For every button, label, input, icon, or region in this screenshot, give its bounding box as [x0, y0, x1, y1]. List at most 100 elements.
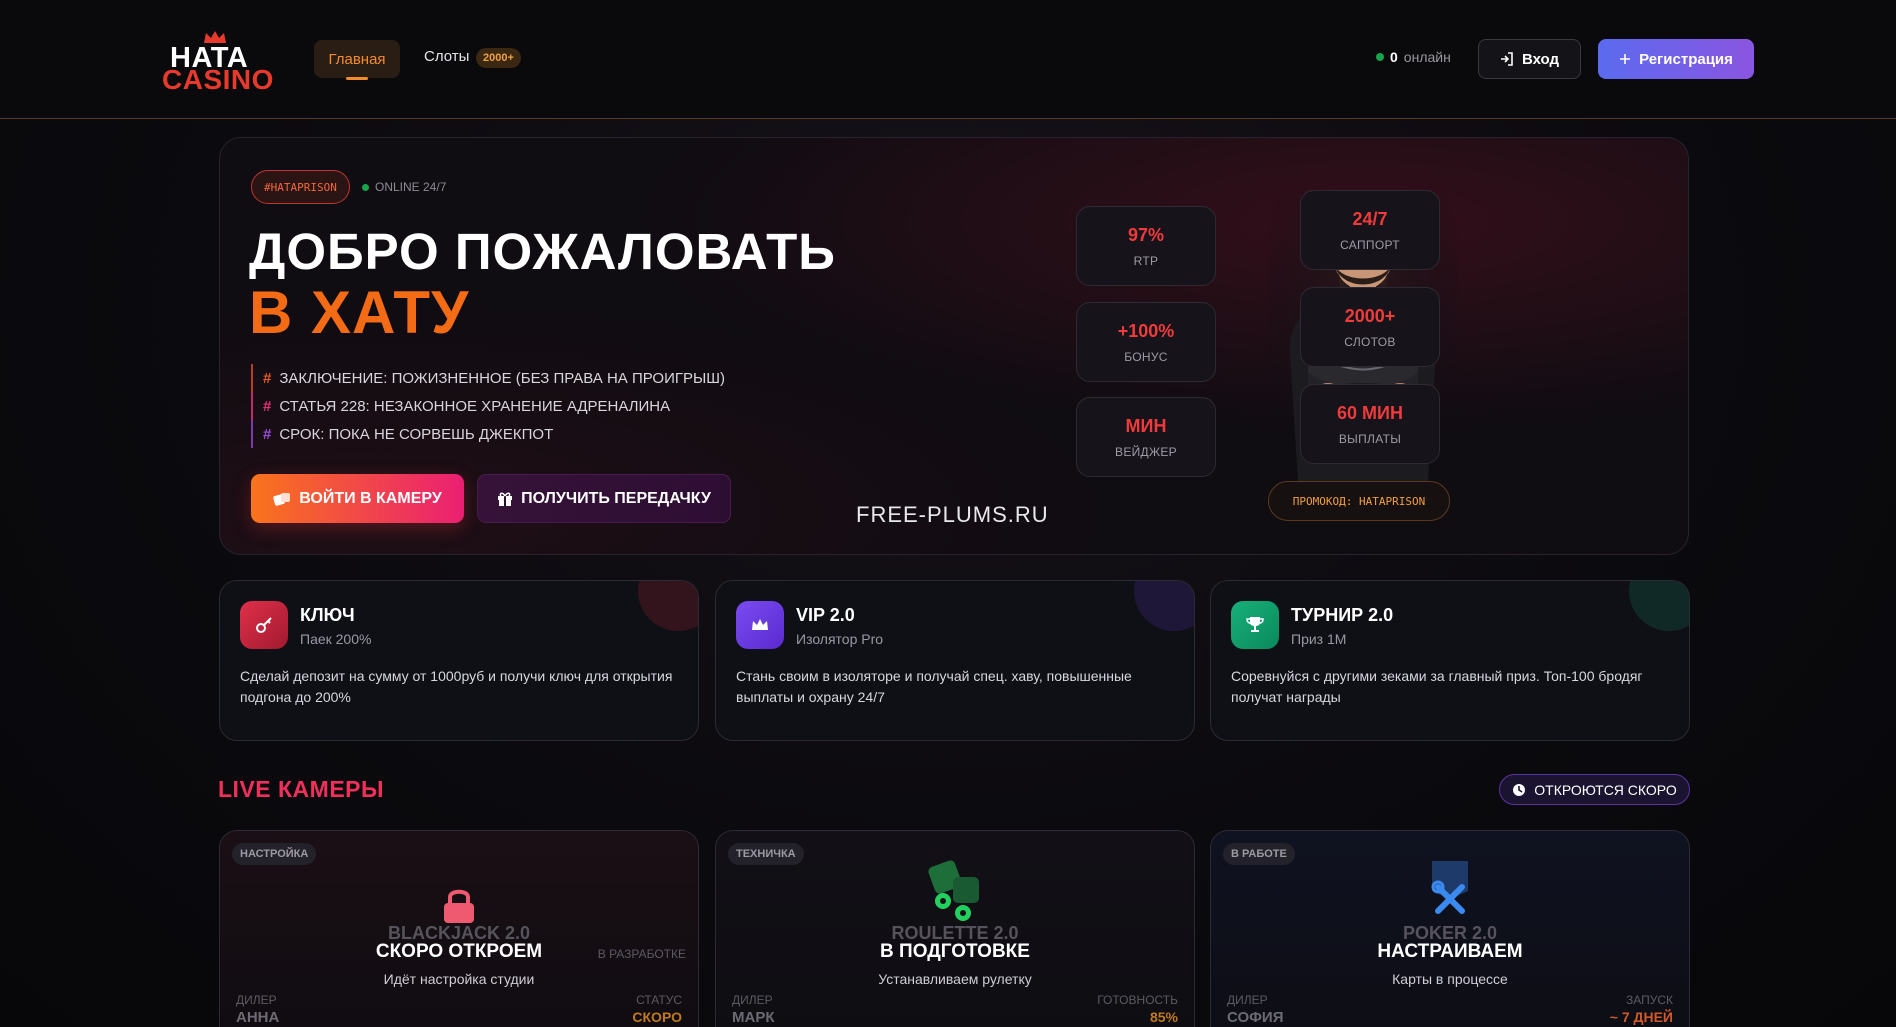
coming-soon-label: ОТКРОЮТСЯ СКОРО — [1534, 781, 1677, 798]
lock-icon — [444, 889, 474, 923]
development-label: В РАЗРАБОТКЕ — [597, 947, 686, 961]
live-camera-card[interactable]: ТЕХНИЧКА ROULETTE 2.0 В ПОДГОТОВКЕ Устан… — [715, 830, 1195, 1027]
dealer-name: СОФИЯ — [1227, 1009, 1284, 1026]
stat-value: МИН — [1125, 415, 1167, 436]
hash-icon: # — [263, 425, 272, 443]
key-icon — [240, 601, 288, 649]
status-label: СТАТУС — [636, 993, 682, 1007]
coming-soon-badge: ОТКРОЮТСЯ СКОРО — [1499, 774, 1690, 805]
fact-text: ЗАКЛЮЧЕНИЕ: ПОЖИЗНЕННОЕ (БЕЗ ПРАВА НА ПР… — [279, 369, 726, 387]
camera-status-subtitle: Карты в процессе — [1392, 971, 1508, 987]
status-badge: В РАБОТЕ — [1223, 843, 1295, 865]
card-decoration — [1134, 581, 1194, 631]
crown-icon — [736, 601, 784, 649]
stat-value: +100% — [1117, 320, 1175, 341]
stat-label: БОНУС — [1124, 349, 1168, 364]
camera-status-title: В ПОДГОТОВКЕ — [880, 941, 1030, 962]
hash-icon: # — [263, 369, 272, 387]
get-package-label: ПОЛУЧИТЬ ПЕРЕДАЧКУ — [521, 489, 711, 507]
camera-status-subtitle: Устанавливаем рулетку — [878, 971, 1032, 987]
logo-text-bottom: CASINO — [162, 64, 274, 95]
nav-home-label: Главная — [328, 50, 386, 68]
stat-value: 2000+ — [1344, 305, 1396, 326]
feature-description: Сделай депозит на сумму от 1000руб и пол… — [240, 668, 673, 705]
gift-icon — [498, 492, 513, 506]
card-decoration — [638, 581, 698, 631]
dealer-name: АННА — [236, 1009, 280, 1026]
clock-icon — [1513, 783, 1526, 796]
login-button[interactable]: Вход — [1478, 39, 1581, 79]
promo-code-badge[interactable]: ПРОМОКОД: HATAPRISON — [1268, 481, 1450, 521]
login-icon — [1500, 52, 1513, 66]
fact-item: # СТАТЬЯ 228: НЕЗАКОННОЕ ХРАНЕНИЕ АДРЕНАЛ… — [251, 392, 725, 420]
status-dot-icon — [362, 183, 369, 191]
stat-label: ВЫПЛАТЫ — [1338, 431, 1402, 446]
active-indicator — [346, 77, 368, 80]
stat-label: RTP — [1133, 253, 1159, 268]
status-badge: ТЕХНИЧКА — [728, 843, 804, 865]
hero-title-line2: В ХАТУ — [249, 279, 470, 346]
stat-label: ВЕЙДЖЕР — [1115, 444, 1177, 459]
feature-subtitle: Приз 1М — [1291, 631, 1347, 647]
stat-wager: МИН ВЕЙДЖЕР — [1076, 397, 1216, 477]
feature-subtitle: Изолятор Pro — [796, 631, 884, 647]
enter-cell-label: ВОЙТИ В КАМЕРУ — [299, 489, 442, 507]
stat-value: 60 МИН — [1337, 402, 1403, 423]
logo[interactable]: HATA CASINO — [162, 30, 273, 95]
slots-count-badge: 2000+ — [476, 48, 521, 68]
register-button[interactable]: Регистрация — [1598, 39, 1754, 79]
dice-gear-icon — [928, 860, 979, 921]
dealer-label: ДИЛЕР — [732, 993, 773, 1007]
feature-description: Соревнуйся с другими зеками за главный п… — [1231, 668, 1643, 705]
live-camera-card[interactable]: В РАБОТЕ POKER 2.0 НАСТРАИВАЕМ Карты в п… — [1210, 830, 1690, 1027]
register-label: Регистрация — [1639, 50, 1733, 68]
feature-title: КЛЮЧ — [300, 605, 355, 625]
trophy-icon — [1231, 601, 1279, 649]
launch-label: ЗАПУСК — [1625, 993, 1673, 1007]
online-dot-icon — [1376, 53, 1384, 61]
login-label: Вход — [1521, 50, 1560, 68]
watermark-text: FREE-PLUMS.RU — [856, 502, 1049, 527]
hero-online-status: ONLINE 24/7 — [362, 180, 446, 194]
status-value: СКОРО — [632, 1009, 682, 1025]
stat-slots: 2000+ СЛОТОВ — [1300, 287, 1440, 367]
fact-text: СРОК: ПОКА НЕ СОРВЕШЬ ДЖЕКПОТ — [279, 425, 554, 443]
nav-home[interactable]: Главная — [314, 40, 400, 80]
feature-description: Стань своим в изоляторе и получай спец. … — [736, 668, 1132, 705]
live-camera-card[interactable]: НАСТРОЙКА BLACKJACK 2.0 СКОРО ОТКРОЕМ Ид… — [219, 830, 699, 1027]
feature-card-tournament[interactable]: ТУРНИР 2.0 Приз 1М Соревнуйся с другими … — [1210, 580, 1690, 741]
enter-cell-button[interactable]: ВОЙТИ В КАМЕРУ — [251, 474, 464, 523]
stat-bonus: +100% БОНУС — [1076, 302, 1216, 382]
status-badge: НАСТРОЙКА — [232, 843, 317, 865]
online-label: онлайн — [1403, 49, 1451, 65]
plus-icon — [1620, 54, 1631, 64]
feature-card-vip[interactable]: VIP 2.0 Изолятор Pro Стань своим в изоля… — [715, 580, 1195, 741]
hero-online-label: ONLINE 24/7 — [375, 180, 447, 194]
hero-facts-list: # ЗАКЛЮЧЕНИЕ: ПОЖИЗНЕННОЕ (БЕЗ ПРАВА НА П… — [251, 364, 725, 448]
stat-label: СЛОТОВ — [1344, 334, 1396, 349]
camera-status-title: НАСТРАИВАЕМ — [1377, 941, 1523, 962]
stat-label: САППОРТ — [1340, 237, 1400, 252]
hashtag-badge: #HATAPRISON — [251, 170, 350, 204]
camera-status-subtitle: Идёт настройка студии — [383, 971, 535, 987]
stat-support: 24/7 САППОРТ — [1300, 190, 1440, 270]
nav-slots[interactable]: Слоты — [424, 48, 469, 65]
stat-value: 24/7 — [1352, 208, 1388, 229]
dealer-name: МАРК — [732, 1009, 775, 1026]
dice-icon — [273, 492, 291, 506]
hash-icon: # — [263, 397, 272, 415]
card-decoration — [1629, 581, 1689, 631]
stat-value: 97% — [1127, 224, 1165, 245]
top-header: HATA CASINO Главная Слоты 2000+ 0 онлайн… — [0, 0, 1896, 119]
live-section-title: LIVE КАМЕРЫ — [218, 776, 385, 802]
get-package-button[interactable]: ПОЛУЧИТЬ ПЕРЕДАЧКУ — [477, 474, 731, 523]
feature-subtitle: Паек 200% — [300, 631, 372, 647]
readiness-value: 85% — [1149, 1009, 1178, 1025]
feature-card-key[interactable]: КЛЮЧ Паек 200% Сделай депозит на сумму о… — [219, 580, 699, 741]
stat-payouts: 60 МИН ВЫПЛАТЫ — [1300, 384, 1440, 464]
hero-banner: #HATAPRISON ONLINE 24/7 ДОБРО ПОЖАЛОВАТЬ… — [219, 137, 1689, 555]
fact-item: # СРОК: ПОКА НЕ СОРВЕШЬ ДЖЕКПОТ — [251, 420, 725, 448]
hero-title-line1: ДОБРО ПОЖАЛОВАТЬ — [249, 223, 836, 280]
online-indicator: 0 онлайн — [1376, 49, 1451, 65]
fact-item: # ЗАКЛЮЧЕНИЕ: ПОЖИЗНЕННОЕ (БЕЗ ПРАВА НА П… — [251, 364, 725, 392]
